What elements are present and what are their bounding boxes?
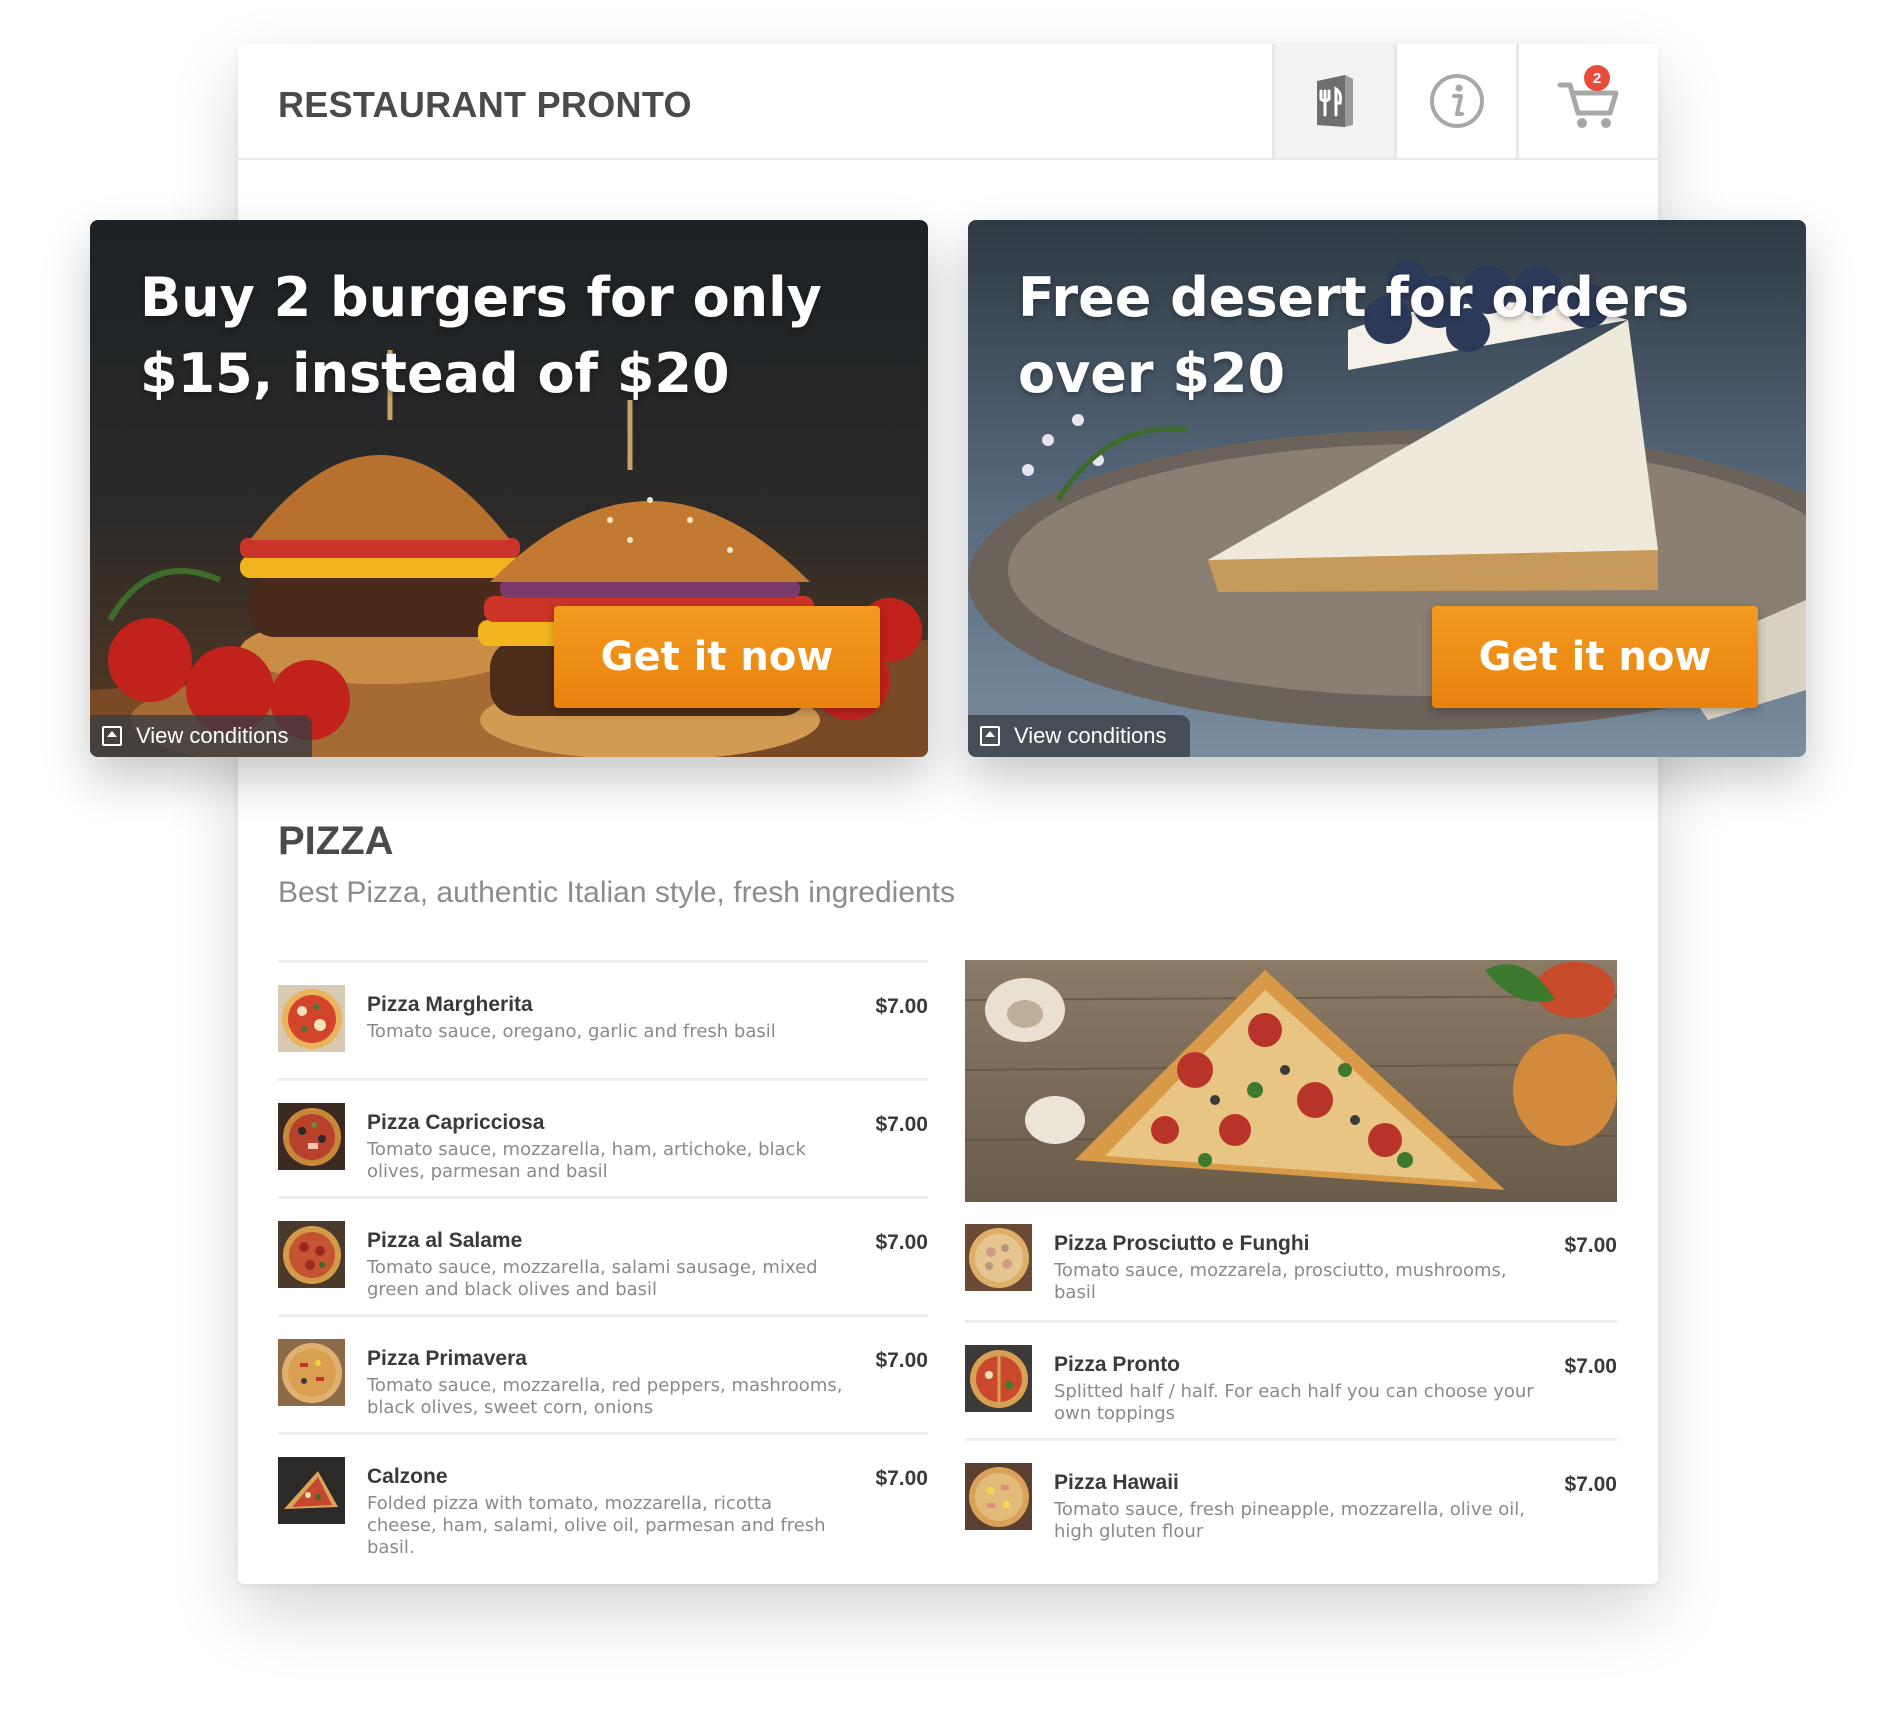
section-subtitle: Best Pizza, authentic Italian style, fre… (278, 876, 956, 909)
expand-up-icon (102, 726, 122, 746)
menu-nav-button[interactable] (1272, 44, 1394, 158)
menu-item[interactable]: Pizza al Salame Tomato sauce, mozzarella… (278, 1196, 928, 1314)
promo-banner-burgers[interactable]: Buy 2 burgers for only $15, instead of $… (90, 220, 928, 757)
menu-item-price: $7.00 (875, 995, 928, 1018)
menu-item[interactable]: Pizza Hawaii Tomato sauce, fresh pineapp… (965, 1438, 1617, 1556)
menu-item-description: Tomato sauce, mozzarella, red peppers, m… (367, 1375, 843, 1418)
pizza-thumbnail (278, 1221, 345, 1288)
menu-column-right: Pizza Prosciutto e Funghi Tomato sauce, … (965, 960, 1617, 1556)
menu-item-description: Tomato sauce, mozzarella, ham, artichoke… (367, 1139, 806, 1182)
pizza-thumbnail (278, 1457, 345, 1524)
top-bar: RESTAURANT PRONTO 2 (238, 44, 1658, 160)
expand-up-icon (980, 726, 1000, 746)
menu-item-description: Tomato sauce, mozzarela, prosciutto, mus… (1054, 1260, 1507, 1303)
cart-count-badge: 2 (1584, 65, 1610, 91)
pizza-thumbnail (965, 1345, 1032, 1412)
pizza-thumbnail (965, 1463, 1032, 1530)
info-icon (1429, 74, 1484, 128)
menu-item-price: $7.00 (875, 1231, 928, 1254)
menu-item-price: $7.00 (875, 1113, 928, 1136)
menu-item-name: Pizza al Salame (367, 1229, 523, 1252)
menu-book-icon (1316, 75, 1353, 127)
section-title: PIZZA (278, 819, 394, 863)
menu-item-description: Tomato sauce, mozzarella, salami sausage… (367, 1257, 818, 1300)
promo-banner-dessert[interactable]: Free desert for orders over $20 Get it n… (968, 220, 1806, 757)
menu-item-price: $7.00 (875, 1467, 928, 1490)
menu-item-name: Calzone (367, 1465, 448, 1488)
cart-nav-button[interactable]: 2 (1516, 44, 1658, 158)
menu-item[interactable]: Pizza Margherita Tomato sauce, oregano, … (278, 960, 928, 1078)
menu-item-price: $7.00 (1564, 1355, 1617, 1378)
page: RESTAURANT PRONTO 2 PIZZA Best Pizza, au… (0, 0, 1887, 1710)
menu-item[interactable]: Pizza Capricciosa Tomato sauce, mozzarel… (278, 1078, 928, 1196)
promo-title: Buy 2 burgers for only $15, instead of $… (140, 266, 822, 405)
promo-title: Free desert for orders over $20 (1018, 266, 1690, 405)
menu-item[interactable]: Calzone Folded pizza with tomato, mozzar… (278, 1432, 928, 1558)
pizza-thumbnail (278, 985, 345, 1052)
menu-item-description: Tomato sauce, fresh pineapple, mozzarell… (1054, 1499, 1525, 1542)
menu-item[interactable]: Pizza Primavera Tomato sauce, mozzarella… (278, 1314, 928, 1432)
menu-item-name: Pizza Hawaii (1054, 1471, 1179, 1494)
menu-column-left: Pizza Margherita Tomato sauce, oregano, … (278, 960, 928, 1558)
pizza-thumbnail (278, 1103, 345, 1170)
view-conditions-link[interactable]: View conditions (968, 715, 1190, 757)
get-it-now-button[interactable]: Get it now (554, 606, 880, 708)
view-conditions-label: View conditions (136, 723, 289, 748)
get-it-now-button[interactable]: Get it now (1432, 606, 1758, 708)
menu-item-name: Pizza Prosciutto e Funghi (1054, 1232, 1310, 1255)
view-conditions-link[interactable]: View conditions (90, 715, 312, 757)
menu-item-price: $7.00 (875, 1349, 928, 1372)
menu-item-description: Splitted half / half. For each half you … (1054, 1381, 1534, 1424)
view-conditions-label: View conditions (1014, 723, 1167, 748)
menu-item-price: $7.00 (1564, 1473, 1617, 1496)
brand-title: RESTAURANT PRONTO (278, 84, 692, 125)
menu-item-description: Folded pizza with tomato, mozzarella, ri… (367, 1493, 826, 1558)
menu-item-name: Pizza Margherita (367, 993, 533, 1016)
info-nav-button[interactable] (1394, 44, 1516, 158)
pizza-thumbnail (965, 1224, 1032, 1291)
menu-item-name: Pizza Pronto (1054, 1353, 1181, 1376)
pizza-hero-photo (965, 960, 1617, 1202)
menu-item[interactable]: Pizza Prosciutto e Funghi Tomato sauce, … (965, 1202, 1617, 1320)
menu-item-price: $7.00 (1564, 1234, 1617, 1257)
pizza-thumbnail (278, 1339, 345, 1406)
menu-item-name: Pizza Primavera (367, 1347, 527, 1370)
menu-item-name: Pizza Capricciosa (367, 1111, 545, 1134)
menu-item-description: Tomato sauce, oregano, garlic and fresh … (367, 1021, 776, 1042)
menu-item[interactable]: Pizza Pronto Splitted half / half. For e… (965, 1320, 1617, 1438)
